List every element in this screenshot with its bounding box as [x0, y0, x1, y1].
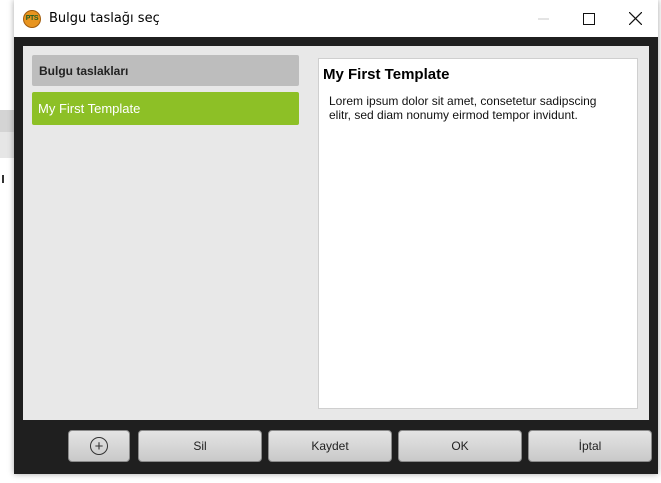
background-app-strip [0, 132, 14, 158]
template-list-item[interactable]: My First Template [32, 92, 299, 125]
background-app-mark [2, 175, 4, 183]
preview-text: Lorem ipsum dolor sit amet, consetetur s… [329, 94, 597, 122]
add-template-button[interactable]: + [68, 430, 130, 462]
maximize-icon [583, 12, 595, 25]
minimize-icon [537, 18, 549, 20]
ok-button[interactable]: OK [398, 430, 522, 462]
template-preview: My First Template Lorem ipsum dolor sit … [318, 58, 638, 409]
window-title: Bulgu taslağı seç [49, 11, 160, 26]
maximize-button[interactable] [566, 0, 612, 37]
title-bar: PTS Bulgu taslağı seç [14, 0, 658, 37]
preview-title: My First Template [323, 66, 450, 83]
app-logo-icon: PTS [23, 9, 41, 28]
dialog-content: Bulgu taslakları My First Template My Fi… [23, 46, 649, 420]
close-button[interactable] [612, 0, 658, 37]
dialog-window: PTS Bulgu taslağı seç Bulgu taslakları M… [14, 0, 658, 474]
template-list-header: Bulgu taslakları [32, 55, 299, 86]
close-icon [628, 12, 642, 25]
template-list-panel: Bulgu taslakları My First Template [23, 46, 317, 416]
delete-button[interactable]: Sil [138, 430, 262, 462]
plus-circle-icon: + [90, 437, 108, 455]
minimize-button[interactable] [520, 0, 566, 37]
window-controls [520, 0, 658, 37]
save-button[interactable]: Kaydet [268, 430, 392, 462]
background-app-strip [0, 110, 14, 132]
cancel-button[interactable]: İptal [528, 430, 652, 462]
